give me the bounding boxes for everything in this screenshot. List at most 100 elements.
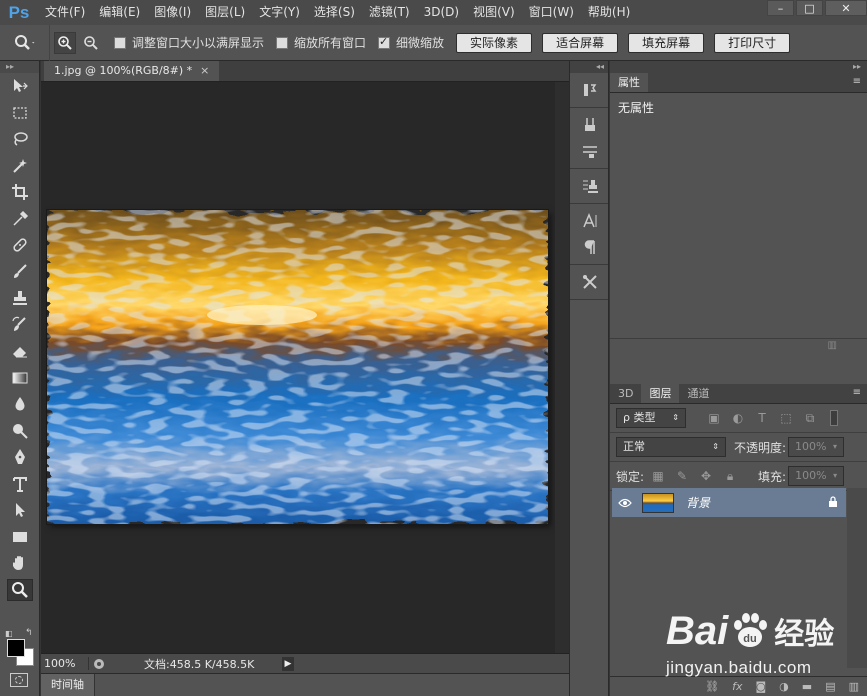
fill-field[interactable]: 100% ▾ <box>788 466 845 486</box>
eyedropper-tool[interactable] <box>0 206 40 233</box>
document-image[interactable] <box>47 210 548 524</box>
history-brush-tool[interactable] <box>0 312 40 339</box>
tab-layers[interactable]: 图层 <box>641 384 680 403</box>
document-tab-close-icon[interactable]: × <box>200 61 209 81</box>
filter-type-icon[interactable]: T <box>752 408 772 428</box>
menu-type[interactable]: 文字(Y) <box>252 0 307 25</box>
swap-colors-icon[interactable]: ↰ <box>25 628 33 638</box>
fill-screen-button[interactable]: 填充屏幕 <box>628 32 705 53</box>
character-panel-button[interactable] <box>570 208 610 234</box>
move-tool[interactable] <box>0 73 40 100</box>
crop-tool[interactable] <box>0 179 40 206</box>
menu-image[interactable]: 图像(I) <box>147 0 198 25</box>
menu-help[interactable]: 帮助(H) <box>581 0 637 25</box>
character-icon <box>583 213 597 228</box>
properties-menu-icon[interactable]: ≡ <box>853 76 861 87</box>
canvas-pasteboard[interactable] <box>41 82 569 653</box>
tool-presets-button[interactable] <box>570 269 610 295</box>
menu-window[interactable]: 窗口(W) <box>522 0 581 25</box>
layer-filter-select[interactable]: ρ 类型 ⇕ <box>616 408 686 428</box>
magic-wand-tool[interactable] <box>0 153 40 180</box>
scrubby-zoom-checkbox[interactable] <box>378 35 391 49</box>
filter-adjustment-icon[interactable]: ◐ <box>728 408 748 428</box>
right-panels-collapse-icon[interactable]: ▸▸ <box>610 61 867 73</box>
rectangular-marquee-icon <box>13 107 27 119</box>
menu-edit[interactable]: 编辑(E) <box>92 0 147 25</box>
close-button[interactable]: ✕ <box>825 0 867 16</box>
layer-visibility-eye-icon[interactable] <box>612 498 638 508</box>
clone-source-button[interactable] <box>570 173 610 199</box>
properties-trash-icon[interactable]: ▥ <box>828 340 837 351</box>
maximize-button[interactable]: □ <box>796 0 823 16</box>
paragraph-panel-button[interactable] <box>570 234 610 260</box>
layer-row-background[interactable]: 背景 <box>612 488 846 517</box>
timeline-tab[interactable]: 时间轴 <box>41 674 95 696</box>
zoom-in-mode-button[interactable] <box>54 31 76 54</box>
zoom-all-windows-checkbox[interactable] <box>276 36 289 49</box>
opacity-field[interactable]: 100% ▾ <box>788 437 845 457</box>
clone-stamp-tool[interactable] <box>0 285 40 312</box>
filter-smart-object-icon[interactable]: ⧉ <box>800 408 820 428</box>
tab-3d[interactable]: 3D <box>610 384 641 403</box>
menu-view[interactable]: 视图(V) <box>466 0 522 25</box>
tab-properties[interactable]: 属性 <box>610 73 648 92</box>
menu-select[interactable]: 选择(S) <box>307 0 362 25</box>
dodge-tool[interactable] <box>0 418 40 445</box>
fit-screen-button[interactable]: 适合屏幕 <box>542 32 619 53</box>
lock-transparent-icon[interactable]: ▦ <box>648 466 668 486</box>
filter-shape-icon[interactable]: ⬚ <box>776 408 796 428</box>
foreground-color[interactable] <box>7 639 25 657</box>
layers-menu-icon[interactable]: ≡ <box>853 387 861 398</box>
history-icon <box>584 84 597 96</box>
zoom-all-windows-option[interactable]: 缩放所有窗口 <box>276 34 366 51</box>
document-tab[interactable]: 1.jpg @ 100%(RGB/8#) * × <box>44 61 220 81</box>
eraser-tool[interactable] <box>0 338 40 365</box>
filter-pixel-icon[interactable]: ▣ <box>704 408 724 428</box>
brush-tool[interactable] <box>0 259 40 286</box>
scrubby-zoom-option[interactable]: 细微缩放 <box>378 34 444 51</box>
zoom-in-icon <box>58 35 72 50</box>
menu-layer[interactable]: 图层(L) <box>198 0 252 25</box>
resize-windows-option[interactable]: 调整窗口大小以满屏显示 <box>114 34 264 51</box>
zoom-out-mode-button[interactable] <box>80 32 102 54</box>
collapse-arrows-icon[interactable]: ▸▸ <box>0 61 39 73</box>
pen-tool[interactable] <box>0 444 40 471</box>
lock-move-icon[interactable]: ✥ <box>696 466 716 486</box>
history-panel-button[interactable] <box>570 77 610 103</box>
actual-pixels-button[interactable]: 实际像素 <box>456 32 533 53</box>
rectangle-tool[interactable] <box>0 524 40 551</box>
dock-collapse-icon[interactable]: ◂◂ <box>570 61 608 73</box>
blend-opacity-row: 正常 ⇕ 不透明度: 100% ▾ <box>610 433 867 462</box>
resize-windows-checkbox[interactable] <box>114 36 126 49</box>
print-size-button[interactable]: 打印尺寸 <box>714 32 791 53</box>
healing-brush-tool[interactable] <box>0 232 40 259</box>
marquee-tool[interactable] <box>0 100 40 127</box>
lock-brush-icon[interactable]: ✎ <box>672 466 692 486</box>
status-menu-arrow-icon[interactable]: ▶ <box>282 656 294 671</box>
menu-3d[interactable]: 3D(D) <box>417 0 466 25</box>
tool-preset-picker[interactable] <box>0 24 50 61</box>
minimize-button[interactable]: – <box>767 0 794 16</box>
brush-presets-button[interactable] <box>570 112 610 138</box>
default-colors-icon[interactable]: ◧ <box>5 629 13 638</box>
brush-panel-button[interactable] <box>570 138 610 164</box>
magnifier-icon <box>12 581 28 598</box>
status-info-icon[interactable] <box>89 658 109 670</box>
menu-filter[interactable]: 滤镜(T) <box>362 0 417 25</box>
zoom-tool[interactable] <box>0 577 40 604</box>
filter-toggle-switch[interactable] <box>830 410 838 426</box>
zoom-level-field[interactable]: 100% <box>41 657 89 670</box>
menu-file[interactable]: 文件(F) <box>38 0 92 25</box>
lock-all-icon[interactable]: 🔒︎ <box>720 466 740 486</box>
lock-label: 锁定: <box>616 469 645 484</box>
blur-tool[interactable] <box>0 391 40 418</box>
lasso-tool[interactable] <box>0 126 40 153</box>
hand-tool[interactable] <box>0 550 40 577</box>
type-tool[interactable] <box>0 471 40 498</box>
path-selection-tool[interactable] <box>0 497 40 524</box>
vertical-scrollbar[interactable] <box>555 82 569 653</box>
tab-channels[interactable]: 通道 <box>679 384 717 403</box>
blend-mode-select[interactable]: 正常 ⇕ <box>616 437 726 457</box>
gradient-tool[interactable] <box>0 365 40 392</box>
quick-mask-button[interactable] <box>10 673 28 687</box>
